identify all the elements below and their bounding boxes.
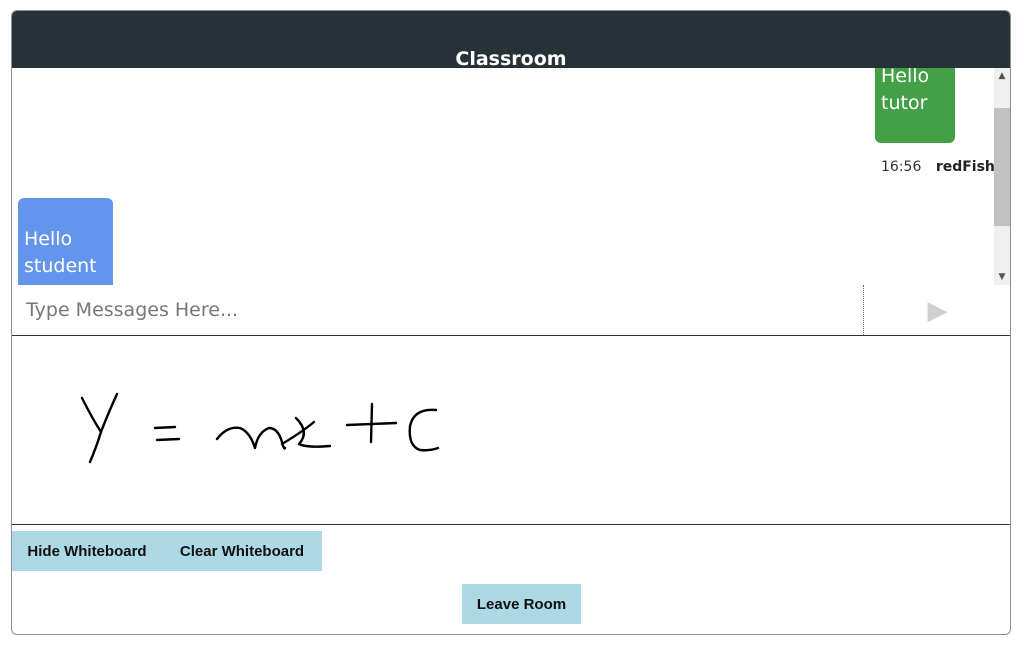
message-meta: 16:56 redFish — [881, 159, 995, 175]
stroke-equals-bottom — [155, 437, 181, 442]
chat-message-tutor: Hello tutor — [875, 68, 955, 143]
send-button[interactable]: ▶ — [865, 285, 1010, 335]
classroom-panel: Classroom Hello tutor 16:56 redFish Hell… — [11, 10, 1011, 635]
chat-messages-area[interactable]: Hello tutor 16:56 redFish Hello student … — [12, 68, 1010, 285]
message-input[interactable] — [12, 285, 864, 335]
scrollbar-thumb[interactable] — [994, 108, 1010, 226]
message-text-line: tutor — [881, 92, 928, 114]
stroke-c — [408, 408, 440, 452]
scroll-up-arrow-icon[interactable]: ▲ — [994, 68, 1010, 84]
whiteboard-drawing — [80, 392, 440, 464]
message-text-line: Hello — [881, 68, 930, 87]
leave-room-button[interactable]: Leave Room — [462, 584, 581, 624]
stroke-x-1 — [280, 420, 316, 446]
message-text-line: student — [24, 255, 97, 277]
message-text-line: Hello — [24, 228, 73, 250]
chat-message-student: Hello student — [18, 198, 113, 285]
chat-scrollbar[interactable]: ▲ ▼ — [994, 68, 1010, 285]
hide-whiteboard-button[interactable]: Hide Whiteboard — [12, 531, 162, 571]
stroke-plus-v — [369, 402, 374, 444]
stroke-y-left — [80, 396, 103, 434]
play-triangle-icon: ▶ — [927, 295, 948, 325]
message-compose-row: ▶ — [12, 285, 1010, 336]
page-title: Classroom — [455, 48, 567, 70]
scroll-down-arrow-icon[interactable]: ▼ — [994, 269, 1010, 285]
whiteboard-canvas[interactable] — [12, 336, 1010, 525]
stroke-m — [215, 426, 287, 450]
stroke-equals-top — [153, 425, 177, 430]
message-username: redFish — [935, 159, 995, 175]
message-timestamp: 16:56 — [881, 159, 922, 175]
stroke-y-right — [88, 392, 119, 464]
classroom-header: Classroom — [12, 11, 1010, 70]
clear-whiteboard-button[interactable]: Clear Whiteboard — [162, 531, 322, 571]
